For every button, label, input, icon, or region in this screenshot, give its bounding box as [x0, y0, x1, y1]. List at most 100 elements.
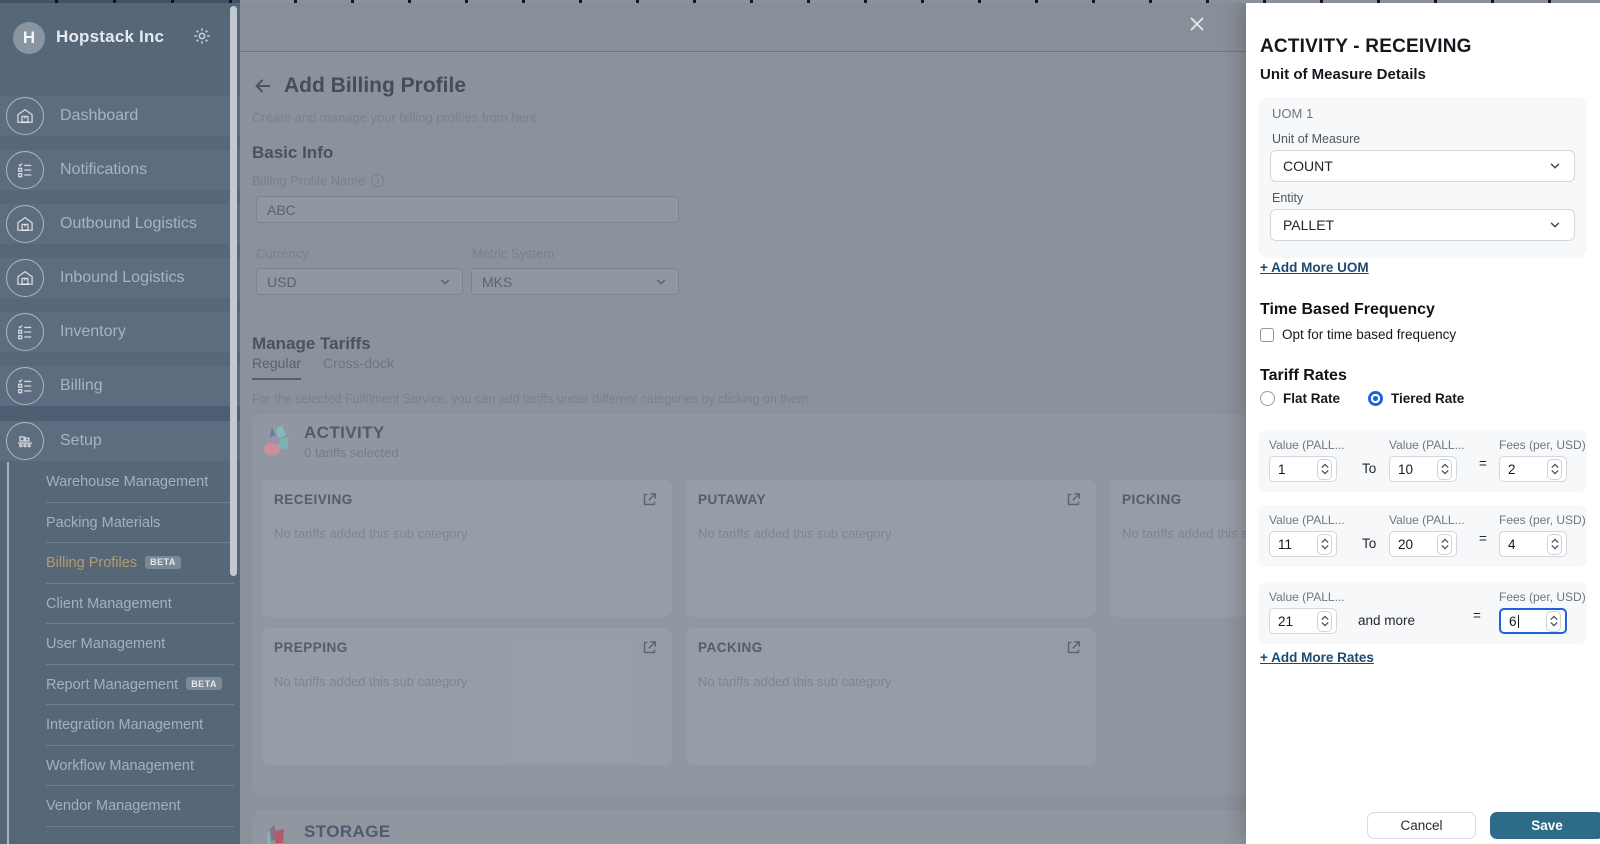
- subcategory-card-putaway[interactable]: PUTAWAY No tariffs added this sub catego…: [686, 480, 1096, 617]
- billing-profile-name-input[interactable]: ABC: [256, 196, 679, 223]
- tier-rate-row: Value (PALL... Value (PALL... Fees (per,…: [1258, 430, 1587, 492]
- sidebar-item-label: Outbound Logistics: [60, 215, 197, 233]
- stepper-icon[interactable]: [1317, 459, 1332, 480]
- tab-regular[interactable]: Regular: [252, 355, 301, 380]
- sidebar-subitem-billing-profiles[interactable]: Billing ProfilesBETA: [0, 543, 240, 584]
- sidebar-subitem-warehouse-management[interactable]: Warehouse Management: [0, 462, 240, 503]
- uom-group-label: UOM 1: [1272, 106, 1313, 121]
- sidebar-subitem-report-management[interactable]: Report ManagementBETA: [0, 665, 240, 706]
- time-based-checkbox[interactable]: [1260, 328, 1274, 342]
- time-based-checkbox-label: Opt for time based frequency: [1282, 327, 1456, 342]
- stepper-icon[interactable]: [1317, 534, 1332, 555]
- external-link-icon[interactable]: [641, 639, 658, 656]
- close-icon[interactable]: [1186, 13, 1208, 35]
- info-icon[interactable]: i: [371, 174, 384, 187]
- submenu-indicator-line: [7, 462, 9, 844]
- storage-category-icon: [262, 819, 294, 844]
- sidebar-subitem-workflow-management[interactable]: Workflow Management: [0, 746, 240, 787]
- flat-rate-radio[interactable]: [1260, 391, 1275, 406]
- sidebar-item-dashboard[interactable]: Dashboard: [0, 96, 240, 136]
- currency-select[interactable]: USD: [256, 268, 463, 295]
- billing-profile-name-label: Billing Profile Namei: [252, 173, 384, 188]
- uom-card: UOM 1 Unit of Measure COUNT Entity PALLE…: [1258, 97, 1587, 258]
- chevron-down-icon: [1548, 159, 1562, 173]
- app-root: H Hopstack Inc Dashboard Notifications O…: [0, 0, 1600, 844]
- value-from-input[interactable]: 21: [1269, 608, 1337, 634]
- storage-category-card[interactable]: STORAGE: [252, 810, 1250, 844]
- beta-badge: BETA: [186, 677, 222, 690]
- add-more-rates-link[interactable]: + Add More Rates: [1260, 650, 1374, 665]
- activity-subtitle: 0 tariffs selected: [304, 445, 398, 460]
- panel-subtitle: Unit of Measure Details: [1260, 66, 1426, 83]
- value-from-input[interactable]: 11: [1269, 531, 1337, 557]
- subcategory-card-receiving[interactable]: RECEIVING No tariffs added this sub cate…: [262, 480, 672, 617]
- metric-system-select[interactable]: MKS: [471, 268, 679, 295]
- beta-badge: BETA: [145, 556, 181, 569]
- tariff-tabs: Regular Cross-dock: [252, 355, 394, 380]
- gear-icon[interactable]: [192, 26, 212, 46]
- sidebar-scrollbar[interactable]: [230, 6, 237, 576]
- tiered-rate-radio[interactable]: [1368, 391, 1383, 406]
- stepper-icon[interactable]: [1437, 459, 1452, 480]
- currency-label: Currency: [256, 246, 309, 261]
- external-link-icon[interactable]: [641, 491, 658, 508]
- sidebar-item-label: Setup: [60, 432, 102, 450]
- checklist-icon: [6, 151, 44, 189]
- unit-of-measure-select[interactable]: COUNT: [1270, 150, 1575, 182]
- chevron-down-icon: [1548, 218, 1562, 232]
- flat-rate-label: Flat Rate: [1283, 391, 1340, 406]
- tariff-rates-heading: Tariff Rates: [1260, 367, 1347, 385]
- stepper-icon[interactable]: [1546, 611, 1561, 632]
- stepper-icon[interactable]: [1317, 611, 1332, 632]
- warehouse-icon: [6, 259, 44, 297]
- subcategory-card-prepping[interactable]: PREPPING No tariffs added this sub categ…: [262, 628, 672, 765]
- sidebar-item-label: Notifications: [60, 161, 147, 179]
- stepper-icon[interactable]: [1547, 534, 1562, 555]
- sidebar-item-label: Billing: [60, 377, 103, 395]
- hopstack-logo: H: [13, 22, 45, 54]
- tab-cross-dock[interactable]: Cross-dock: [323, 355, 394, 380]
- setup-submenu: Warehouse Management Packing Materials B…: [0, 462, 240, 827]
- fees-input[interactable]: 4: [1499, 531, 1567, 557]
- basic-info-heading: Basic Info: [252, 143, 333, 163]
- value-to-input[interactable]: 10: [1389, 456, 1457, 482]
- save-button[interactable]: Save: [1490, 812, 1600, 839]
- panel-title: ACTIVITY - RECEIVING: [1260, 36, 1472, 58]
- sidebar-item-label: Inventory: [60, 323, 126, 341]
- sidebar-subitem-integration-management[interactable]: Integration Management: [0, 705, 240, 746]
- app-title: Hopstack Inc: [56, 27, 164, 47]
- sidebar-item-outbound-logistics[interactable]: Outbound Logistics: [0, 204, 240, 244]
- sidebar-item-inbound-logistics[interactable]: Inbound Logistics: [0, 258, 240, 298]
- activity-category-card[interactable]: ACTIVITY 0 tariffs selected RECEIVING No…: [252, 414, 1250, 795]
- chevron-down-icon: [654, 275, 668, 289]
- fees-input[interactable]: 2: [1499, 456, 1567, 482]
- sidebar-item-notifications[interactable]: Notifications: [0, 150, 240, 190]
- fees-input[interactable]: 6: [1499, 608, 1567, 634]
- sidebar-subitem-vendor-management[interactable]: Vendor Management: [0, 786, 240, 827]
- subcategory-card-packing[interactable]: PACKING No tariffs added this sub catego…: [686, 628, 1096, 765]
- sidebar-item-inventory[interactable]: Inventory: [0, 312, 240, 352]
- stepper-icon[interactable]: [1547, 459, 1562, 480]
- value-to-input[interactable]: 20: [1389, 531, 1457, 557]
- external-link-icon[interactable]: [1065, 491, 1082, 508]
- conveyor-icon: [6, 422, 44, 460]
- cancel-button[interactable]: Cancel: [1367, 812, 1476, 839]
- warehouse-icon: [6, 205, 44, 243]
- sidebar-subitem-user-management[interactable]: User Management: [0, 624, 240, 665]
- external-link-icon[interactable]: [1065, 639, 1082, 656]
- sidebar-item-setup[interactable]: Setup: [0, 421, 240, 461]
- sidebar-subitem-packing-materials[interactable]: Packing Materials: [0, 503, 240, 544]
- entity-select[interactable]: PALLET: [1270, 209, 1575, 241]
- value-from-input[interactable]: 1: [1269, 456, 1337, 482]
- checklist-icon: [6, 313, 44, 351]
- sidebar-subitem-client-management[interactable]: Client Management: [0, 584, 240, 625]
- rate-type-radio-group: Flat Rate Tiered Rate: [1260, 391, 1464, 406]
- checklist-icon: [6, 367, 44, 405]
- stepper-icon[interactable]: [1437, 534, 1452, 555]
- add-more-uom-link[interactable]: + Add More UOM: [1260, 260, 1369, 275]
- top-strip: [240, 0, 1600, 3]
- entity-label: Entity: [1272, 191, 1303, 205]
- sidebar-item-billing[interactable]: Billing: [0, 366, 240, 406]
- back-arrow-icon[interactable]: [252, 75, 274, 97]
- top-strip: [0, 0, 240, 3]
